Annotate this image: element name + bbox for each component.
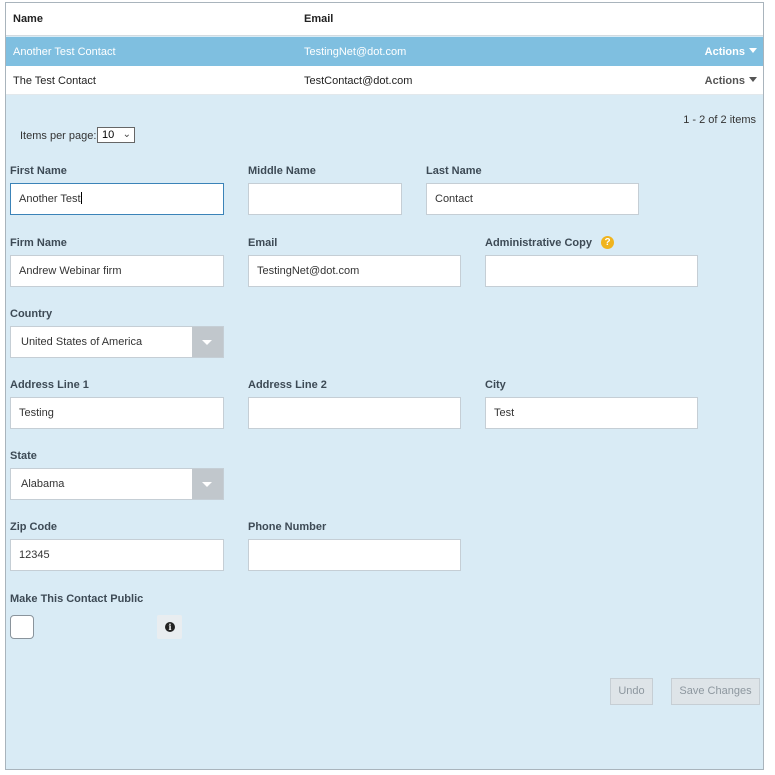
items-per-page-select[interactable]: 10 ⌄ xyxy=(97,127,135,143)
pager-info: 1 - 2 of 2 items xyxy=(683,114,756,126)
state-value: Alabama xyxy=(21,478,65,490)
address2-label: Address Line 2 xyxy=(248,379,327,391)
caret-down-icon xyxy=(749,77,757,82)
middle-name-input[interactable] xyxy=(248,183,402,215)
public-checkbox[interactable] xyxy=(10,615,34,639)
email-label: Email xyxy=(248,237,278,249)
table-row[interactable]: The Test Contact TestContact@dot.com Act… xyxy=(6,66,763,95)
admin-copy-input[interactable] xyxy=(485,255,698,287)
email-field[interactable]: TestingNet@dot.com xyxy=(248,255,461,287)
actions-menu[interactable]: Actions xyxy=(705,46,757,58)
question-circle-icon[interactable]: ? xyxy=(601,236,614,249)
phone-label: Phone Number xyxy=(248,521,327,533)
row-name: Another Test Contact xyxy=(13,46,116,58)
actions-label: Actions xyxy=(704,46,745,58)
state-label: State xyxy=(10,450,37,462)
dropdown-toggle[interactable] xyxy=(192,327,223,357)
table-row[interactable]: Another Test Contact TestingNet@dot.com … xyxy=(6,37,763,66)
zip-input[interactable]: 12345 xyxy=(10,539,224,571)
city-input[interactable]: Test xyxy=(485,397,698,429)
first-name-input[interactable]: Another Test xyxy=(10,183,224,215)
save-changes-button[interactable]: Save Changes xyxy=(671,678,760,705)
country-label: Country xyxy=(10,308,53,320)
text-cursor xyxy=(80,192,82,204)
firm-name-input[interactable]: Andrew Webinar firm xyxy=(10,255,224,287)
city-label: City xyxy=(485,379,506,391)
undo-button[interactable]: Undo xyxy=(610,678,653,705)
firm-name-label: Firm Name xyxy=(10,237,67,249)
info-icon: i xyxy=(165,622,175,632)
zip-label: Zip Code xyxy=(10,521,58,533)
first-name-label: First Name xyxy=(10,165,67,177)
caret-down-icon xyxy=(202,340,212,345)
column-header-name[interactable]: Name xyxy=(13,13,43,25)
admin-copy-label: Administrative Copy xyxy=(485,237,592,249)
public-label: Make This Contact Public xyxy=(10,593,144,605)
middle-name-label: Middle Name xyxy=(248,165,316,177)
column-header-email[interactable]: Email xyxy=(304,13,333,25)
phone-input[interactable] xyxy=(248,539,461,571)
address1-input[interactable]: Testing xyxy=(10,397,224,429)
address2-input[interactable] xyxy=(248,397,461,429)
row-email: TestingNet@dot.com xyxy=(304,46,407,58)
chevron-down-icon: ⌄ xyxy=(122,129,131,140)
items-per-page-value: 10 xyxy=(102,129,115,141)
row-email: TestContact@dot.com xyxy=(304,75,413,87)
country-select[interactable]: United States of America xyxy=(10,326,224,358)
info-button[interactable]: i xyxy=(157,615,182,639)
state-select[interactable]: Alabama xyxy=(10,468,224,500)
dropdown-toggle[interactable] xyxy=(192,469,223,499)
first-name-value: Another Test xyxy=(19,193,81,205)
items-per-page-label: Items per page: xyxy=(20,130,97,142)
country-value: United States of America xyxy=(21,336,143,348)
address1-label: Address Line 1 xyxy=(10,379,89,391)
actions-menu[interactable]: Actions xyxy=(705,75,757,87)
last-name-label: Last Name xyxy=(426,165,482,177)
caret-down-icon xyxy=(749,48,757,53)
caret-down-icon xyxy=(202,482,212,487)
contacts-grid: Name Email Another Test Contact TestingN… xyxy=(5,2,764,770)
row-name: The Test Contact xyxy=(13,75,96,87)
grid-header: Name Email xyxy=(6,3,763,36)
last-name-input[interactable]: Contact xyxy=(426,183,639,215)
actions-label: Actions xyxy=(704,75,745,87)
